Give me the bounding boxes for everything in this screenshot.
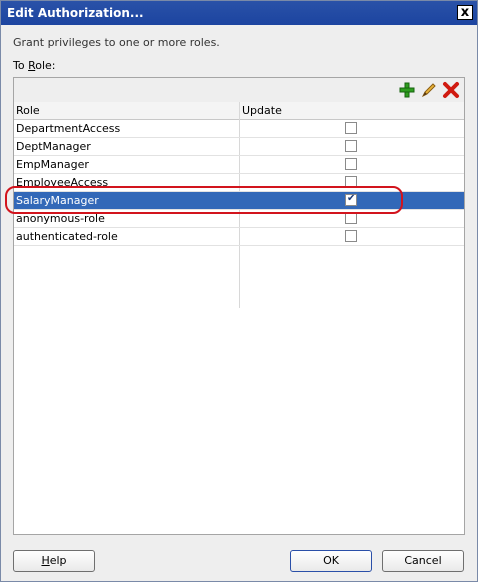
table-row[interactable]: authenticated-role bbox=[14, 228, 464, 246]
table-row[interactable]: EmpManager bbox=[14, 156, 464, 174]
add-icon[interactable] bbox=[398, 81, 416, 99]
edit-authorization-dialog: Edit Authorization... x Grant privileges… bbox=[0, 0, 478, 582]
title-bar[interactable]: Edit Authorization... x bbox=[1, 1, 477, 25]
to-role-label: To Role: bbox=[13, 59, 56, 72]
header-role[interactable]: Role bbox=[16, 104, 40, 117]
close-button[interactable]: x bbox=[457, 5, 473, 20]
pencil-icon[interactable] bbox=[420, 81, 438, 99]
ok-button[interactable]: OK bbox=[290, 550, 372, 572]
table-row[interactable]: DepartmentAccess bbox=[14, 120, 464, 138]
update-checkbox[interactable] bbox=[345, 230, 357, 242]
role-cell: authenticated-role bbox=[16, 230, 118, 243]
help-button[interactable]: Help bbox=[13, 550, 95, 572]
delete-x-icon[interactable] bbox=[442, 81, 460, 99]
update-checkbox[interactable] bbox=[345, 122, 357, 134]
update-checkbox[interactable] bbox=[345, 140, 357, 152]
role-cell: DeptManager bbox=[16, 140, 91, 153]
update-checkbox[interactable] bbox=[345, 158, 357, 170]
cancel-button[interactable]: Cancel bbox=[382, 550, 464, 572]
roles-table-panel: Role Update DepartmentAccess DeptManager… bbox=[13, 77, 465, 535]
selection-highlight-annotation bbox=[5, 186, 403, 214]
description-text: Grant privileges to one or more roles. bbox=[13, 36, 220, 49]
table-toolbar bbox=[14, 78, 464, 103]
table-row[interactable]: DeptManager bbox=[14, 138, 464, 156]
window-title: Edit Authorization... bbox=[7, 6, 144, 20]
role-cell: EmpManager bbox=[16, 158, 89, 171]
header-update[interactable]: Update bbox=[242, 104, 282, 117]
role-cell: DepartmentAccess bbox=[16, 122, 121, 135]
